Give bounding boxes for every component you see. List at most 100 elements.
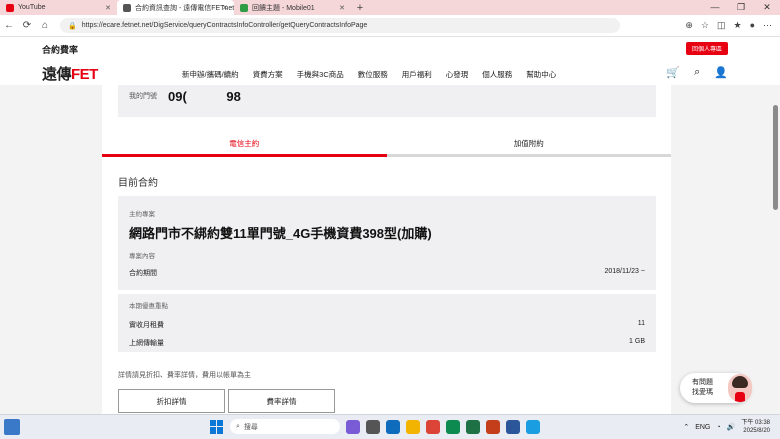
- system-tray: ⌃ ENG ◔ 🔊 下午 03:38 2025/8/20: [683, 419, 770, 435]
- logo-fet: FET: [71, 66, 98, 83]
- favorites-icon[interactable]: ★: [733, 20, 741, 31]
- assistant-avatar: [728, 374, 752, 402]
- plan-name: 網路門市不綁約雙11單門號_4G手機資費398型(加購): [129, 226, 432, 241]
- logo-text: 遠傳: [42, 66, 72, 83]
- tab-label: YouTube: [18, 4, 46, 11]
- nav-item-help[interactable]: 幫助中心: [526, 69, 556, 80]
- close-icon[interactable]: ✕: [105, 4, 111, 12]
- split-icon[interactable]: ◫: [717, 20, 726, 31]
- promo-row: 實收月租費 11: [129, 320, 645, 330]
- explorer-icon[interactable]: [406, 419, 420, 434]
- period-label: 合約期間: [129, 270, 157, 277]
- home-icon[interactable]: ⌂: [36, 20, 54, 31]
- tab-main-contract[interactable]: 電信主約: [102, 137, 387, 157]
- promo-row: 上網傳輸量 1 GB: [129, 338, 645, 348]
- user-icon[interactable]: 👤: [714, 66, 728, 79]
- star-icon[interactable]: ☆: [701, 20, 709, 31]
- search-placeholder: 搜尋: [243, 423, 258, 431]
- main-content: 我的門號 09( 98 電信主約 加值附約 目前合約 主約專案 網路門市不綁約雙…: [0, 85, 770, 414]
- profile-icon[interactable]: ●: [750, 20, 755, 31]
- main-nav: 新申辦/攜碼/續約 資費方案 手機與3C商品 數位服務 用戶福利 心發現 個人服…: [182, 69, 556, 80]
- start-icon[interactable]: [210, 419, 224, 434]
- taskbar-search[interactable]: ⌕ 搜尋: [230, 419, 340, 434]
- chat-widget[interactable]: 有問題 找愛瑪: [680, 373, 752, 403]
- plan-box: 主約專案 網路門市不綁約雙11單門號_4G手機資費398型(加購) 專案內容 合…: [118, 196, 656, 290]
- tab-youtube[interactable]: YouTube ✕: [0, 0, 117, 15]
- edge-icon[interactable]: [526, 419, 540, 434]
- tab-addon-contract[interactable]: 加值附約: [386, 137, 671, 157]
- date: 2025/8/20: [743, 428, 770, 434]
- nav-item-plans[interactable]: 資費方案: [253, 69, 283, 80]
- tab-mobile01[interactable]: 回饋主題 - Mobile01 ✕: [234, 0, 351, 15]
- chrome-icon[interactable]: [426, 419, 440, 434]
- reload-icon[interactable]: ⟳: [18, 20, 36, 31]
- detail-note: 詳情請見折扣、費率詳情，費用以帳單為主: [118, 372, 251, 379]
- task-view-icon[interactable]: [366, 419, 380, 434]
- close-icon[interactable]: ✕: [339, 4, 345, 12]
- phone-box: 我的門號 09( 98: [118, 85, 656, 117]
- outlook-icon[interactable]: [386, 419, 400, 434]
- store-icon[interactable]: [446, 419, 460, 434]
- close-window-button[interactable]: ✕: [754, 0, 780, 15]
- nav-item-personal[interactable]: 個人服務: [482, 69, 512, 80]
- new-tab-button[interactable]: +: [351, 2, 369, 14]
- nav-item-digital[interactable]: 數位服務: [358, 69, 388, 80]
- more-icon[interactable]: ⋯: [763, 20, 772, 31]
- youtube-icon: [6, 3, 14, 12]
- promo-row-value: 1 GB: [629, 338, 645, 345]
- chevron-up-icon[interactable]: ⌃: [683, 423, 689, 431]
- browser-tab-bar: YouTube ✕ 合約資訊查詢 - 遠傳電信FETnet ✕ 回饋主題 - M…: [0, 0, 780, 15]
- promo-box: 本期優惠重點 實收月租費 11 上網傳輸量 1 GB: [118, 294, 656, 352]
- contract-tabs: 電信主約 加值附約: [102, 137, 671, 157]
- cart-icon[interactable]: 🛒: [666, 66, 680, 79]
- word-icon[interactable]: [506, 419, 520, 434]
- close-icon[interactable]: ✕: [222, 4, 228, 12]
- scrollbar[interactable]: [770, 85, 780, 414]
- period-value: 2018/11/23 ~: [604, 268, 645, 275]
- discount-detail-button[interactable]: 折扣詳情: [118, 389, 225, 413]
- nav-item-benefits[interactable]: 用戶福利: [402, 69, 432, 80]
- address-bar: ← ⟳ ⌂ 🔒 https://ecare.fetnet.net/DigServ…: [0, 15, 780, 37]
- tab-fet-contract[interactable]: 合約資訊查詢 - 遠傳電信FETnet ✕: [117, 0, 234, 15]
- volume-icon[interactable]: 🔊: [727, 423, 736, 431]
- scrollbar-thumb[interactable]: [773, 105, 778, 210]
- page-title: 合約費率: [42, 45, 79, 55]
- rate-detail-button[interactable]: 費率詳情: [228, 389, 335, 413]
- back-icon[interactable]: ←: [0, 20, 18, 31]
- nav-item-new[interactable]: 新申辦/攜碼/續約: [182, 69, 239, 80]
- period-row: 合約期間 2018/11/23 ~: [129, 268, 645, 278]
- browser-toolbar-icons: ⊕ ☆ ◫ ★ ● ⋯: [685, 20, 772, 31]
- wifi-icon[interactable]: ◔: [716, 424, 720, 431]
- promo-row-label: 上網傳輸量: [129, 340, 164, 347]
- lang-indicator[interactable]: ENG: [695, 424, 710, 431]
- promo-row-label: 實收月租費: [129, 322, 164, 329]
- promo-row-value: 11: [637, 320, 645, 327]
- content-label: 專案內容: [129, 253, 155, 260]
- fet-icon: [123, 3, 131, 12]
- taskbar: ⌕ 搜尋 ⌃ ENG ◔ 🔊 下午 03:38 2025/8/20: [0, 414, 780, 439]
- minimize-button[interactable]: —: [702, 0, 728, 15]
- nav-item-phones[interactable]: 手機與3C商品: [297, 69, 344, 80]
- url-field[interactable]: 🔒 https://ecare.fetnet.net/DigService/qu…: [60, 18, 620, 33]
- mobile01-icon: [240, 3, 248, 12]
- search-icon[interactable]: ⌕: [694, 66, 700, 79]
- fet-logo[interactable]: 遠傳FET: [42, 63, 98, 84]
- site-header: 合約費率 回個人專區 遠傳FET 新申辦/攜碼/續約 資費方案 手機與3C商品 …: [0, 37, 780, 85]
- contract-card: 我的門號 09( 98 電信主約 加值附約 目前合約 主約專案 網路門市不綁約雙…: [102, 85, 671, 414]
- tab-label: 回饋主題 - Mobile01: [252, 4, 315, 12]
- zoom-icon[interactable]: ⊕: [685, 20, 693, 31]
- window-controls: — ❐ ✕: [702, 0, 780, 15]
- url-text: https://ecare.fetnet.net/DigService/quer…: [81, 22, 368, 29]
- phone-label: 我的門號: [129, 93, 157, 100]
- search-icon: ⌕: [236, 422, 240, 430]
- excel-icon[interactable]: [466, 419, 480, 434]
- nav-item-discover[interactable]: 心發現: [446, 69, 469, 80]
- maximize-button[interactable]: ❐: [728, 0, 754, 15]
- powerpoint-icon[interactable]: [486, 419, 500, 434]
- widgets-icon[interactable]: [4, 419, 20, 435]
- lock-icon: 🔒: [68, 22, 77, 30]
- tab-label: 合約資訊查詢 - 遠傳電信FETnet: [135, 4, 234, 12]
- copilot-icon[interactable]: [346, 419, 360, 434]
- personal-area-button[interactable]: 回個人專區: [685, 42, 728, 55]
- clock[interactable]: 下午 03:38 2025/8/20: [741, 419, 770, 435]
